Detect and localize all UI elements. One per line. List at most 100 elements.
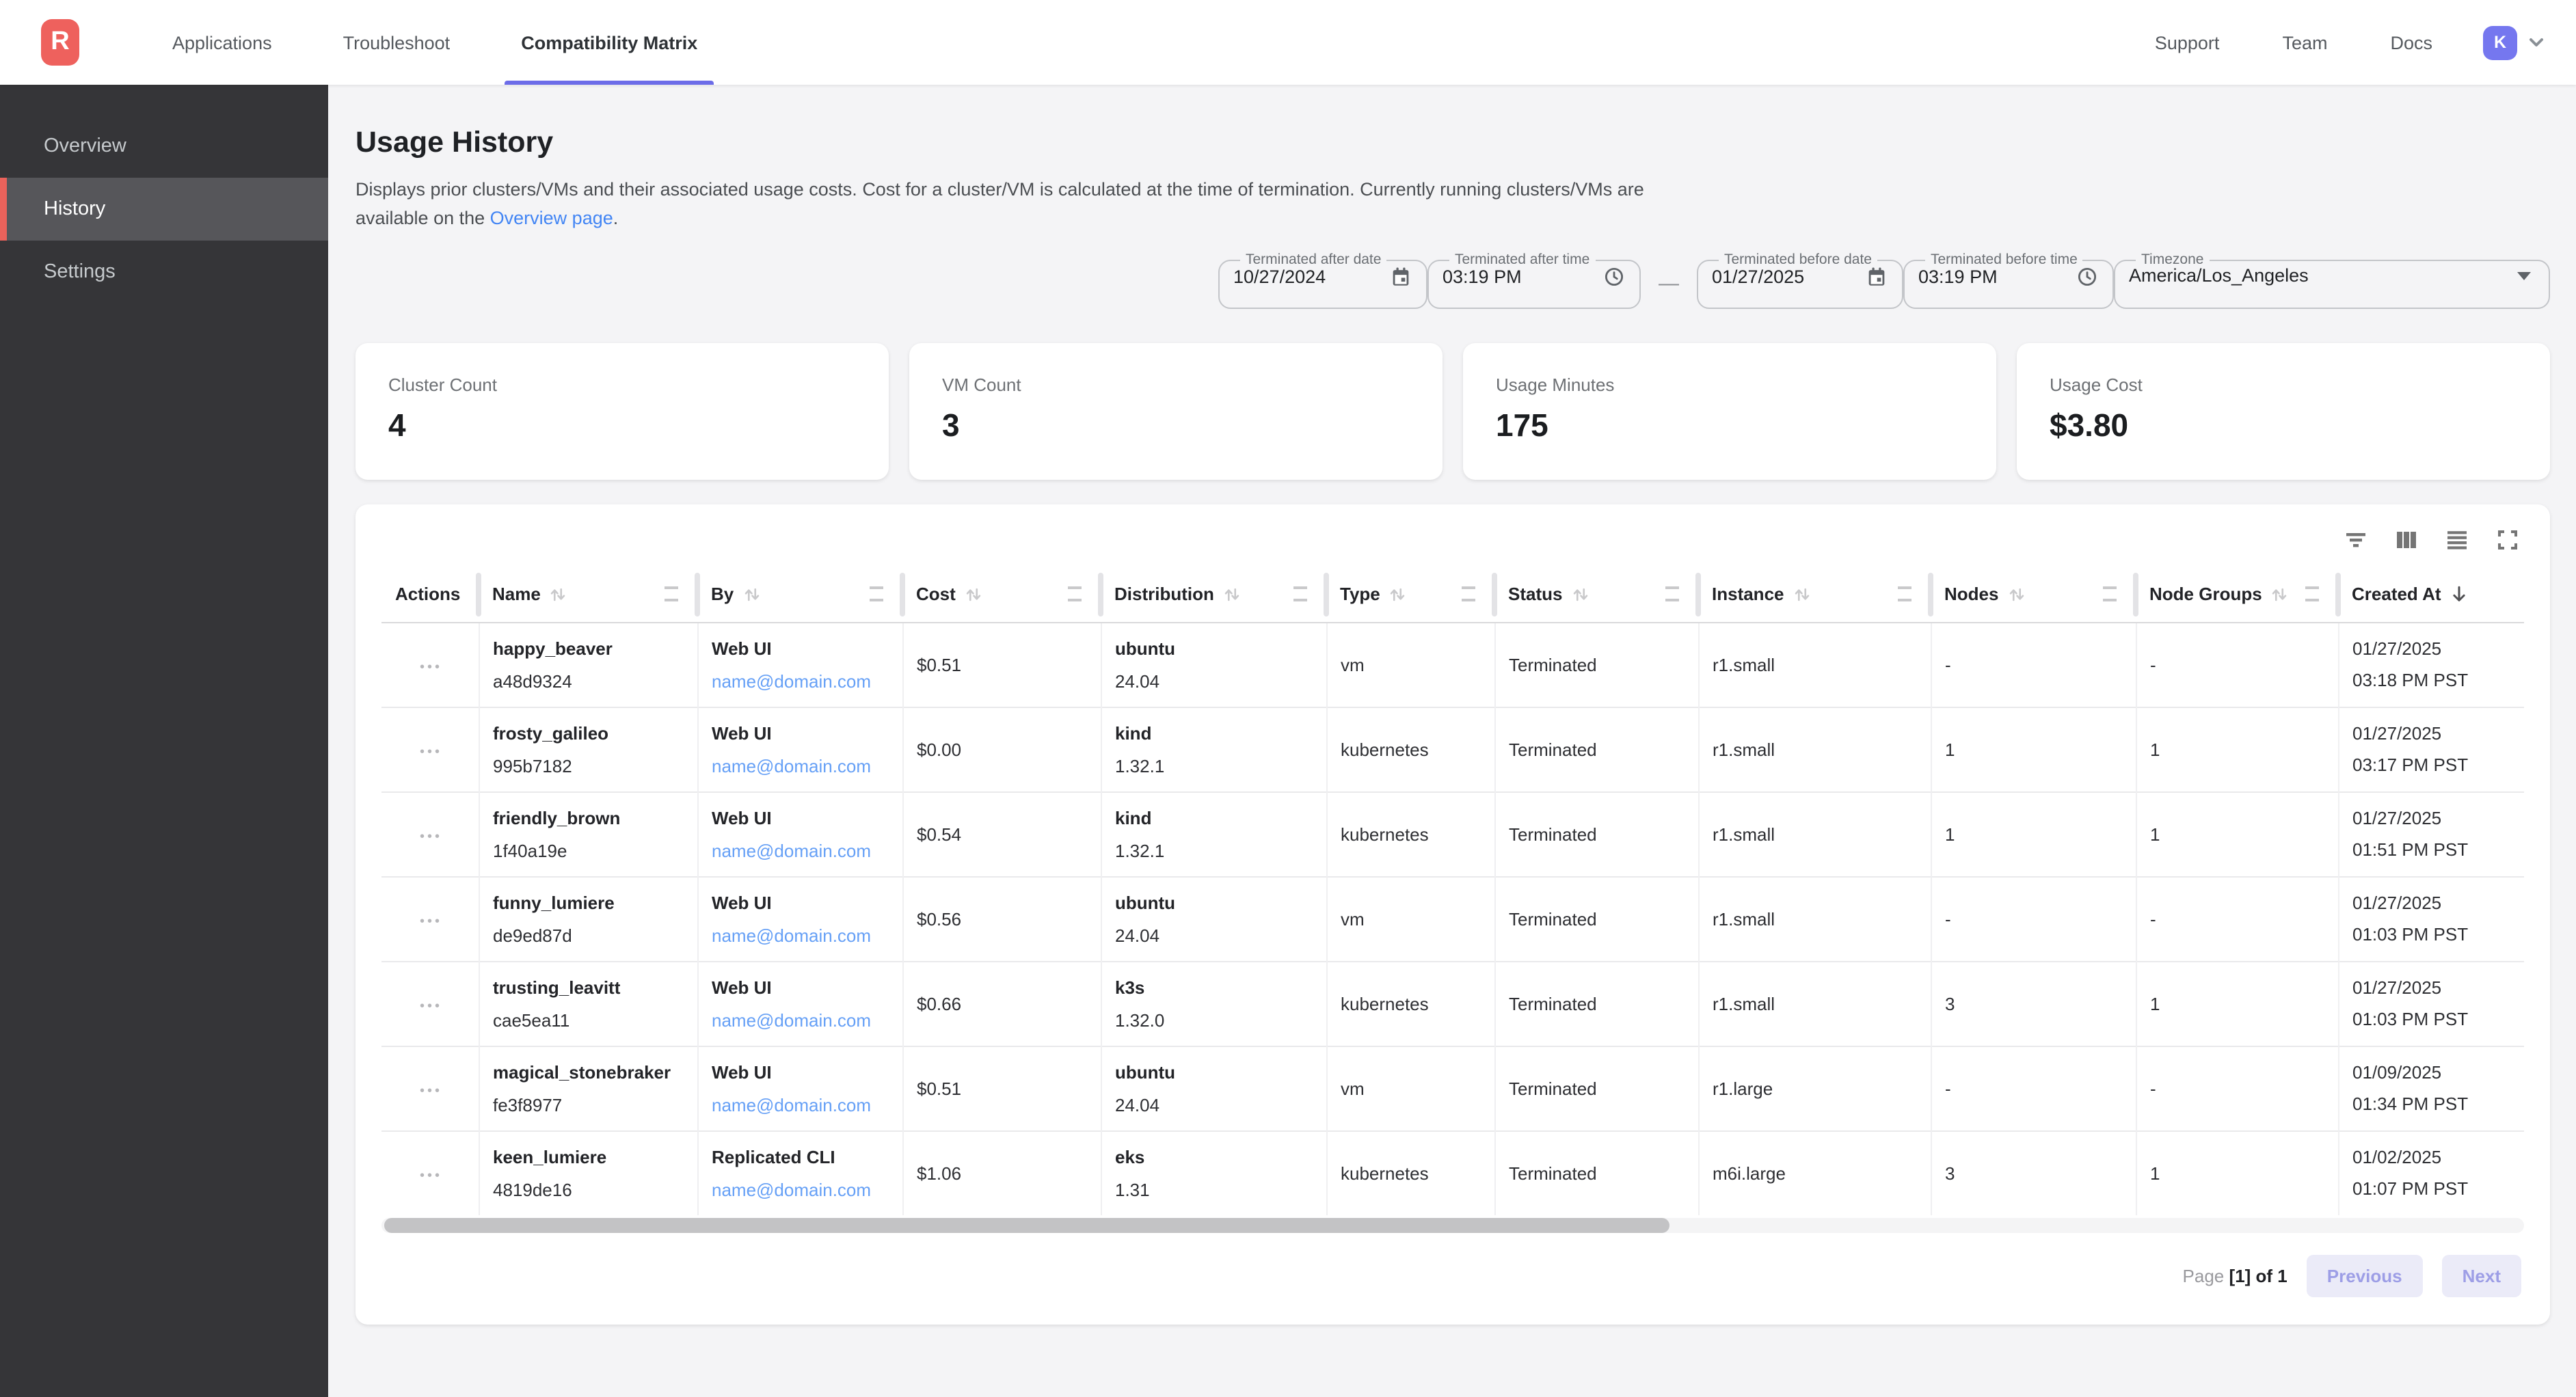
cell-instance: r1.small bbox=[1698, 876, 1931, 961]
row-actions-button[interactable]: ••• bbox=[420, 1169, 442, 1184]
created-by-source: Web UI bbox=[712, 638, 891, 658]
column-menu-icon[interactable] bbox=[2103, 587, 2117, 602]
cluster-id: de9ed87d bbox=[493, 925, 686, 945]
cell-status: Terminated bbox=[1494, 707, 1698, 791]
field-value[interactable]: 10/27/2024 bbox=[1233, 267, 1326, 287]
cell-distribution: ubuntu24.04 bbox=[1101, 1046, 1326, 1130]
cell-actions: ••• bbox=[381, 961, 479, 1046]
cell-status: Terminated bbox=[1494, 1130, 1698, 1215]
density-icon[interactable] bbox=[2443, 526, 2471, 554]
overview-page-link[interactable]: Overview page bbox=[490, 208, 613, 228]
field-value[interactable]: 01/27/2025 bbox=[1712, 267, 1804, 287]
data-grid: ActionsNameByCostDistributionTypeStatusI… bbox=[381, 567, 2524, 1215]
tab-troubleshoot[interactable]: Troubleshoot bbox=[308, 0, 486, 85]
column-menu-icon[interactable] bbox=[870, 587, 883, 602]
nav-link-docs[interactable]: Docs bbox=[2359, 32, 2464, 53]
nav-link-support[interactable]: Support bbox=[2123, 32, 2251, 53]
terminated-before-date-field[interactable]: Terminated before date 01/27/2025 bbox=[1697, 252, 1903, 309]
sort-icon[interactable] bbox=[1793, 585, 1812, 604]
cell-distribution: kind1.32.1 bbox=[1101, 791, 1326, 876]
column-header-name[interactable]: Name bbox=[479, 567, 697, 622]
previous-page-button[interactable]: Previous bbox=[2307, 1255, 2423, 1297]
distribution-name: kind bbox=[1115, 722, 1315, 743]
row-actions-button[interactable]: ••• bbox=[420, 999, 442, 1014]
dropdown-arrow-icon[interactable] bbox=[2517, 271, 2531, 280]
tab-compatibility-matrix[interactable]: Compatibility Matrix bbox=[485, 0, 733, 85]
cell-node-groups: - bbox=[2136, 622, 2338, 707]
column-header-node-groups[interactable]: Node Groups bbox=[2136, 567, 2338, 622]
horizontal-scrollbar[interactable] bbox=[381, 1218, 2524, 1233]
column-menu-icon[interactable] bbox=[1462, 587, 1475, 602]
cell-name: funny_lumierede9ed87d bbox=[479, 876, 697, 961]
column-menu-icon[interactable] bbox=[1665, 587, 1679, 602]
column-header-nodes[interactable]: Nodes bbox=[1931, 567, 2136, 622]
columns-icon[interactable] bbox=[2393, 526, 2420, 554]
sort-icon[interactable] bbox=[964, 585, 983, 604]
cell-cost: $0.51 bbox=[902, 1046, 1101, 1130]
sort-icon[interactable] bbox=[1222, 585, 1242, 604]
field-value[interactable]: 03:19 PM bbox=[1443, 267, 1522, 287]
distribution-name: eks bbox=[1115, 1147, 1315, 1167]
terminated-before-time-field[interactable]: Terminated before time 03:19 PM bbox=[1903, 252, 2114, 309]
sidebar-item-overview[interactable]: Overview bbox=[0, 115, 328, 178]
column-menu-icon[interactable] bbox=[1898, 587, 1911, 602]
email-link[interactable]: name@domain.com bbox=[712, 670, 871, 691]
cell-status: Terminated bbox=[1494, 961, 1698, 1046]
cell-cost: $0.54 bbox=[902, 791, 1101, 876]
next-page-button[interactable]: Next bbox=[2442, 1255, 2521, 1297]
terminated-after-date-field[interactable]: Terminated after date 10/27/2024 bbox=[1218, 252, 1427, 309]
created-by-source: Replicated CLI bbox=[712, 1147, 891, 1167]
email-link[interactable]: name@domain.com bbox=[712, 1180, 871, 1200]
sort-icon[interactable] bbox=[1388, 585, 1408, 604]
email-link[interactable]: name@domain.com bbox=[712, 755, 871, 776]
sort-icon[interactable] bbox=[1570, 585, 1589, 604]
column-label: Name bbox=[492, 584, 541, 605]
column-header-type[interactable]: Type bbox=[1326, 567, 1494, 622]
created-by-source: Web UI bbox=[712, 977, 891, 997]
sort-desc-icon[interactable] bbox=[2450, 584, 2470, 605]
replicated-logo[interactable]: R bbox=[41, 19, 79, 66]
sidebar-item-settings[interactable]: Settings bbox=[0, 241, 328, 303]
row-actions-button[interactable]: ••• bbox=[420, 1083, 442, 1098]
scrollbar-thumb[interactable] bbox=[384, 1218, 1669, 1233]
tab-applications[interactable]: Applications bbox=[137, 0, 308, 85]
column-menu-icon[interactable] bbox=[665, 587, 678, 602]
row-actions-button[interactable]: ••• bbox=[420, 660, 442, 675]
email-link[interactable]: name@domain.com bbox=[712, 840, 871, 860]
clock-icon[interactable] bbox=[1602, 265, 1626, 288]
column-menu-icon[interactable] bbox=[1068, 587, 1082, 602]
fullscreen-icon[interactable] bbox=[2494, 526, 2521, 554]
sort-icon[interactable] bbox=[2007, 585, 2026, 604]
filter-icon[interactable] bbox=[2342, 526, 2370, 554]
sidebar-item-history[interactable]: History bbox=[0, 178, 328, 241]
column-header-by[interactable]: By bbox=[697, 567, 902, 622]
avatar[interactable]: K bbox=[2483, 25, 2517, 59]
column-menu-icon[interactable] bbox=[1293, 587, 1307, 602]
calendar-icon[interactable] bbox=[1389, 265, 1412, 288]
sort-icon[interactable] bbox=[742, 585, 761, 604]
timezone-select[interactable]: Timezone America/Los_Angeles bbox=[2114, 252, 2550, 309]
field-value[interactable]: America/Los_Angeles bbox=[2129, 265, 2309, 286]
email-link[interactable]: name@domain.com bbox=[712, 1094, 871, 1115]
column-header-cost[interactable]: Cost bbox=[902, 567, 1101, 622]
column-header-status[interactable]: Status bbox=[1494, 567, 1698, 622]
cell-name: frosty_galileo995b7182 bbox=[479, 707, 697, 791]
row-actions-button[interactable]: ••• bbox=[420, 914, 442, 929]
chevron-down-icon[interactable] bbox=[2527, 33, 2546, 52]
sort-icon[interactable] bbox=[2270, 585, 2290, 604]
row-actions-button[interactable]: ••• bbox=[420, 829, 442, 844]
column-header-distribution[interactable]: Distribution bbox=[1101, 567, 1326, 622]
email-link[interactable]: name@domain.com bbox=[712, 1009, 871, 1030]
field-value[interactable]: 03:19 PM bbox=[1918, 267, 1998, 287]
column-menu-icon[interactable] bbox=[2305, 587, 2319, 602]
email-link[interactable]: name@domain.com bbox=[712, 925, 871, 945]
terminated-after-time-field[interactable]: Terminated after time 03:19 PM bbox=[1427, 252, 1641, 309]
calendar-icon[interactable] bbox=[1865, 265, 1888, 288]
row-actions-button[interactable]: ••• bbox=[420, 744, 442, 759]
column-header-instance[interactable]: Instance bbox=[1698, 567, 1931, 622]
nav-link-team[interactable]: Team bbox=[2251, 32, 2359, 53]
sort-icon[interactable] bbox=[549, 585, 568, 604]
clock-icon[interactable] bbox=[2076, 265, 2099, 288]
cluster-id: 1f40a19e bbox=[493, 840, 686, 860]
cell-distribution: ubuntu24.04 bbox=[1101, 876, 1326, 961]
